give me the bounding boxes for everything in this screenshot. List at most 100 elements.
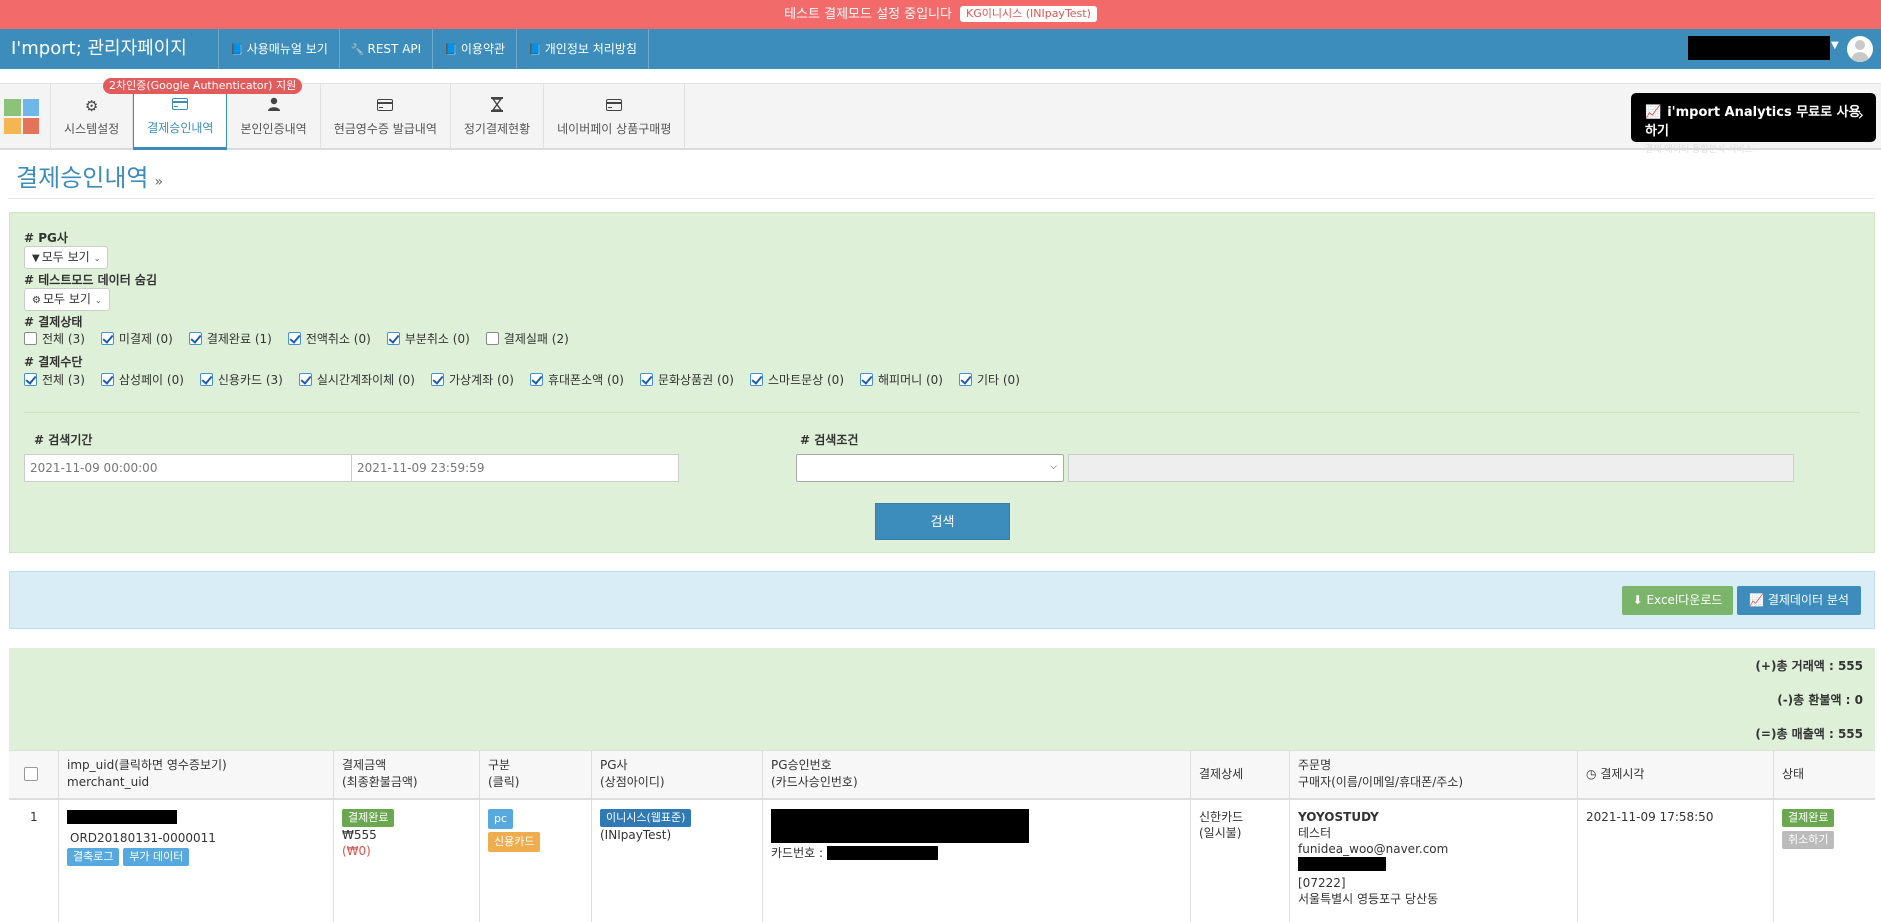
checkbox[interactable]	[188, 332, 202, 345]
th-approval-line2: (카드사승인번호)	[771, 775, 858, 789]
user-name-redacted[interactable]	[1688, 36, 1830, 60]
credit-card-icon	[377, 97, 394, 117]
buyer-email: funidea_woo@naver.com	[1298, 842, 1449, 856]
checkbox[interactable]	[24, 373, 37, 386]
th-amount: 결제금액 (최종환불금액)	[333, 751, 479, 799]
payment-analysis-button[interactable]: 📈 결제데이터 분석	[1737, 586, 1861, 615]
select-all-cell	[9, 751, 58, 799]
checkbox-label: 전체 (3)	[42, 332, 85, 346]
method-option-card[interactable]: 신용카드 (3)	[199, 371, 283, 388]
caret-down-icon[interactable]: ▼	[1831, 40, 1839, 51]
checkbox[interactable]	[298, 373, 312, 386]
checkbox-label: 부분취소 (0)	[404, 332, 470, 346]
method-option-samsungpay[interactable]: 삼성페이 (0)	[100, 371, 184, 388]
checkbox[interactable]	[386, 332, 400, 345]
book-icon: 📘	[444, 43, 458, 56]
status-option-failed[interactable]: 결제실패 (2)	[485, 330, 569, 347]
excel-download-button[interactable]: ⬇ Excel다운로드	[1622, 586, 1733, 615]
tab-cash-receipts[interactable]: 현금영수증 발급내역	[321, 84, 451, 150]
pg-filter-dropdown[interactable]: ▼ 모두 보기 ⌄	[24, 246, 109, 269]
period-end-input[interactable]: 2021-11-09 23:59:59	[351, 454, 679, 482]
approval-number-redacted	[771, 809, 1029, 843]
status-option-all[interactable]: 전체 (3)	[24, 330, 85, 347]
method-card-label[interactable]: 신용카드	[488, 832, 541, 852]
period-start-input[interactable]: 2021-11-09 00:00:00	[24, 454, 352, 482]
checkbox[interactable]	[430, 373, 444, 386]
testmode-filter-value: 모두 보기	[42, 292, 91, 306]
user-icon	[267, 97, 281, 117]
condition-value-input[interactable]	[1068, 454, 1794, 482]
channel-pc-label[interactable]: pc	[488, 809, 514, 829]
tab-subscription-status[interactable]: 정기결제현황	[451, 84, 545, 150]
title-suffix: »	[154, 174, 164, 190]
method-option-culture-gift[interactable]: 문화상품권 (0)	[639, 371, 734, 388]
gear-icon: ⚙	[32, 295, 41, 306]
test-mode-banner: 테스트 결제모드 설정 중입니다 KG이니시스 (INIpayTest)	[0, 0, 1881, 29]
status-option-partial-cancel[interactable]: 부분취소 (0)	[386, 330, 470, 347]
kind-cell: pc 신용카드	[479, 800, 591, 922]
pg-test-badge: KG이니시스 (INIpayTest)	[959, 6, 1097, 22]
select-all-checkbox[interactable]	[24, 767, 38, 781]
table-header: imp_uid(클릭하면 영수증보기) merchant_uid 결제금액 (최종환…	[9, 750, 1875, 800]
nav-privacy-link[interactable]: 📘 개인정보 처리방침	[516, 29, 649, 69]
th-kind-line1: 구분	[488, 758, 511, 772]
condition-select[interactable]: ⌵	[796, 454, 1064, 482]
method-option-happymoney[interactable]: 해피머니 (0)	[860, 371, 943, 388]
search-button[interactable]: 검색	[875, 503, 1010, 540]
user-avatar[interactable]	[1847, 36, 1873, 62]
pg-cell: 이니시스(웹표준) (INIpayTest)	[591, 800, 762, 922]
status-option-paid[interactable]: 결제완료 (1)	[188, 330, 272, 347]
checkbox[interactable]	[639, 373, 653, 386]
hourglass-icon	[491, 97, 504, 117]
checkbox[interactable]	[199, 373, 213, 386]
time-cell: 2021-11-09 17:58:50	[1577, 800, 1773, 922]
buyer-name: 테스터	[1298, 826, 1332, 840]
method-option-all[interactable]: 전체 (3)	[24, 371, 85, 388]
tab-naverpay-reviews[interactable]: 네이버페이 상품구매평	[544, 84, 686, 150]
method-option-smart-culture[interactable]: 스마트문상 (0)	[749, 371, 844, 388]
approval-cell: 카드번호 :	[762, 800, 1190, 922]
method-option-vbank[interactable]: 가상계좌 (0)	[430, 371, 514, 388]
testmode-filter-dropdown[interactable]: ⚙ 모두 보기 ⌄	[24, 288, 110, 311]
status-option-full-cancel[interactable]: 전액취소 (0)	[287, 330, 371, 347]
nav-rest-api-link[interactable]: 🔧 REST API	[338, 29, 432, 69]
uid-cell: ORD20180131-0000011 결축로그 부가 데이터	[58, 800, 333, 922]
checkbox[interactable]	[485, 332, 499, 345]
checkbox[interactable]	[958, 373, 972, 386]
nav-manual-link[interactable]: 📘 사용매뉴얼 보기	[218, 29, 339, 69]
checkbox[interactable]	[24, 332, 37, 345]
method-option-phone[interactable]: 휴대폰소액 (0)	[529, 371, 624, 388]
wrench-icon: 🔧	[350, 43, 365, 56]
book-icon: 📘	[230, 43, 244, 56]
extra-data-button[interactable]: 부가 데이터	[123, 848, 190, 866]
checkbox[interactable]	[860, 373, 873, 386]
total-refund: (-)총 환불액 : 0	[1777, 693, 1863, 707]
payment-log-button[interactable]: 결축로그	[67, 848, 120, 866]
checkbox[interactable]	[100, 373, 114, 386]
th-status-line1: 상태	[1782, 767, 1805, 781]
app-grid-logo[interactable]	[4, 99, 39, 134]
method-option-etc[interactable]: 기타 (0)	[958, 371, 1020, 388]
status-option-unpaid[interactable]: 미결제 (0)	[100, 330, 173, 347]
brand-title[interactable]: I'mport; 관리자페이지	[11, 29, 187, 69]
checkbox[interactable]	[287, 332, 301, 345]
checkbox[interactable]	[749, 373, 763, 386]
nav-rest-api-label: REST API	[367, 42, 422, 56]
checkbox-label: 가상계좌 (0)	[448, 373, 514, 387]
th-pg-line2: (상점아이디)	[600, 775, 665, 789]
condition-label: # 검색조건	[800, 433, 859, 447]
amount-cell: 결제완료 ₩555 (₩0)	[333, 800, 479, 922]
cancel-payment-button[interactable]: 취소하기	[1782, 831, 1835, 849]
card-number-label: 카드번호 :	[771, 846, 824, 860]
nav-terms-link[interactable]: 📘 이용약관	[432, 29, 516, 69]
credit-card-icon	[172, 96, 189, 116]
imp-uid-redacted[interactable]	[67, 810, 177, 824]
method-option-transfer[interactable]: 실시간계좌이체 (0)	[298, 371, 415, 388]
checkbox[interactable]	[529, 373, 543, 386]
chevron-down-icon: ⌵	[1050, 462, 1057, 472]
analytics-promo-button[interactable]: 📈 i'mport Analytics 무료로 사용하기 결제 데이터 통합분석 …	[1631, 93, 1876, 155]
title-divider	[8, 198, 1874, 199]
excel-download-label: Excel다운로드	[1646, 593, 1723, 607]
checkbox[interactable]	[100, 332, 114, 345]
row-index: 1	[30, 810, 38, 824]
